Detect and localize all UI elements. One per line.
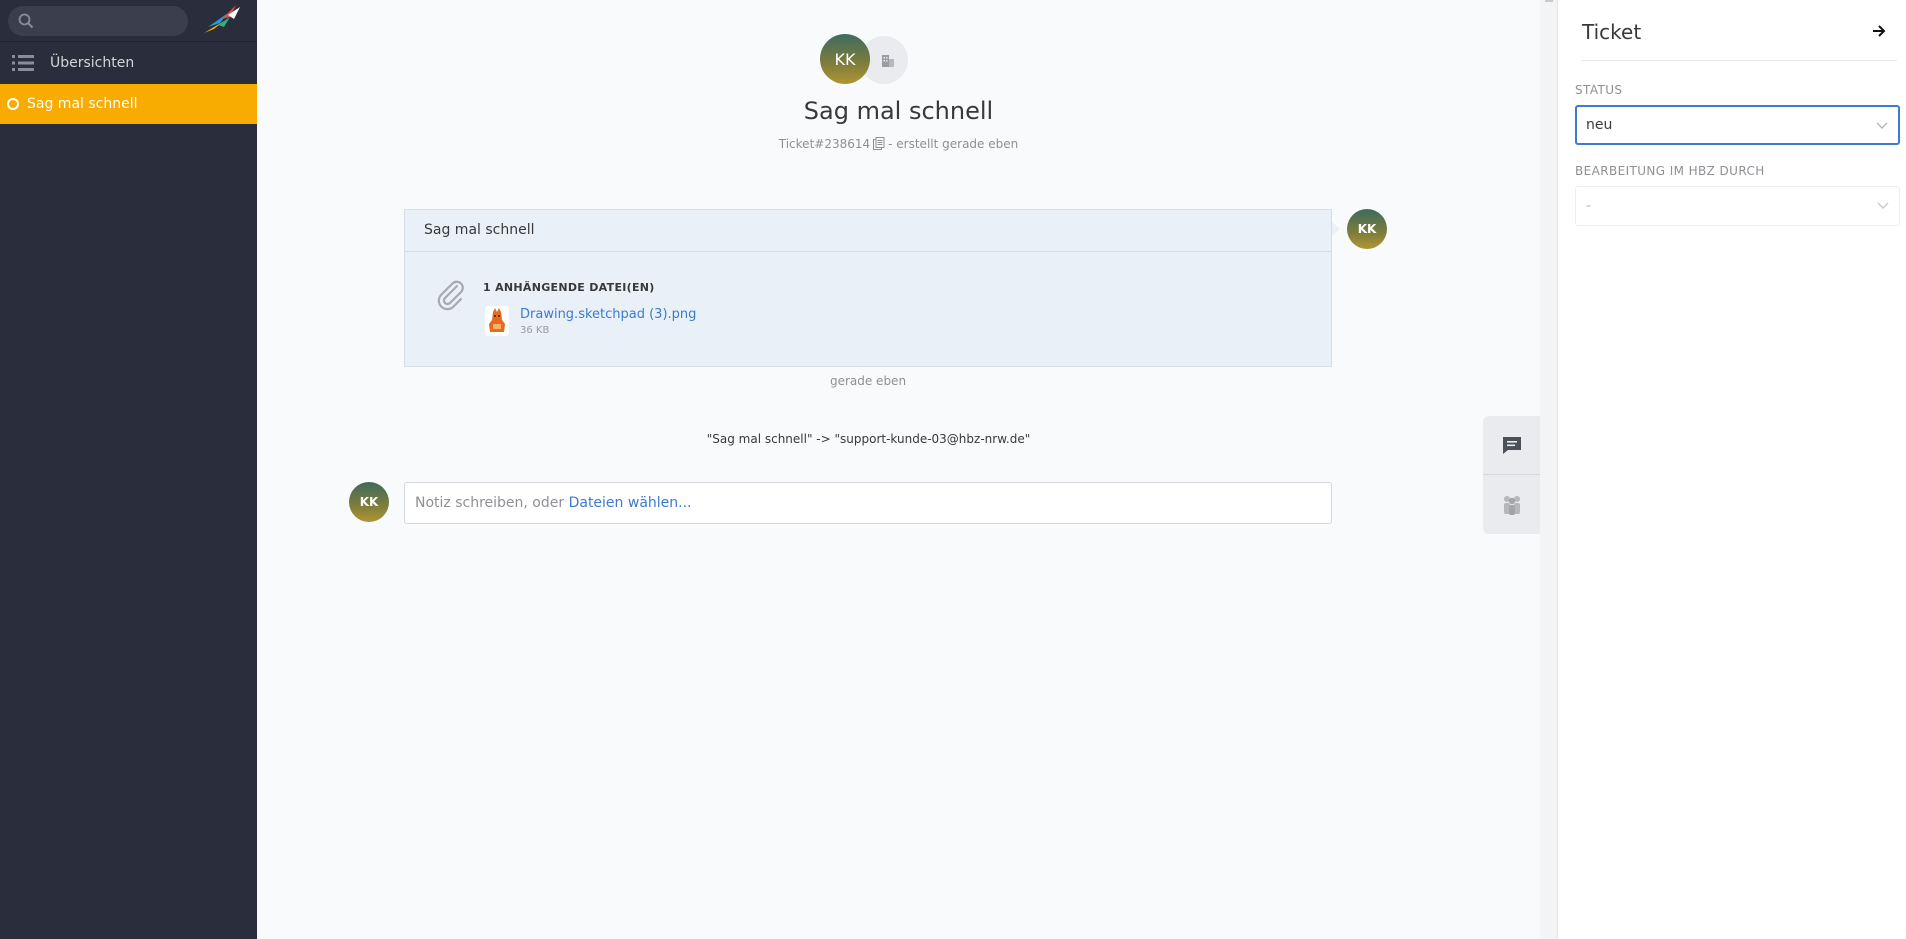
ticket-created: - erstellt gerade eben bbox=[888, 137, 1019, 151]
panel-title: Ticket bbox=[1582, 20, 1642, 44]
open-ticket-tab[interactable]: Sag mal schnell bbox=[0, 84, 257, 124]
scrollbar[interactable] bbox=[1540, 0, 1558, 939]
search-box[interactable] bbox=[8, 5, 188, 36]
list-icon bbox=[12, 55, 34, 71]
ticket-sidebar-panel: Ticket STATUS neu BEARBEITUNG IM HBZ DUR… bbox=[1558, 0, 1906, 939]
assignee-label: BEARBEITUNG IM HBZ DURCH bbox=[1575, 164, 1765, 178]
article-subject: Sag mal schnell bbox=[405, 210, 1331, 252]
ticket-tab[interactable] bbox=[1483, 416, 1540, 475]
open-ticket-tab-label: Sag mal schnell bbox=[27, 96, 138, 112]
scrollbar-thumb[interactable] bbox=[1545, 0, 1553, 2]
ticket-meta: Ticket#238614 - erstellt gerade eben bbox=[257, 137, 1540, 151]
note-author-avatar[interactable]: KK bbox=[349, 482, 389, 522]
customer-tab[interactable] bbox=[1483, 475, 1540, 534]
nav-overviews[interactable]: Übersichten bbox=[0, 42, 257, 84]
article-author-avatar[interactable]: KK bbox=[1347, 209, 1387, 249]
note-input[interactable]: Notiz schreiben, oder Dateien wählen... bbox=[404, 482, 1332, 524]
sidebar-tabs bbox=[1483, 416, 1540, 534]
ticket-number: Ticket#238614 bbox=[778, 137, 871, 151]
article-attachments: 1 ANHÄNGENDE DATEI(EN) Drawing.sketchpad… bbox=[405, 252, 1331, 366]
panel-header: Ticket bbox=[1582, 0, 1897, 61]
attachment-name-link[interactable]: Drawing.sketchpad (3).png bbox=[520, 307, 696, 322]
note-author-initials: KK bbox=[359, 495, 379, 509]
attachment-thumbnail bbox=[489, 308, 505, 332]
paperclip-icon bbox=[437, 280, 464, 311]
status-label: STATUS bbox=[1575, 83, 1623, 97]
article-pointer bbox=[1332, 222, 1340, 236]
ticket-title[interactable]: Sag mal schnell bbox=[257, 97, 1540, 125]
zammad-logo-icon[interactable] bbox=[200, 3, 242, 39]
assignee-value: - bbox=[1586, 198, 1592, 214]
sidebar: Übersichten Sag mal schnell bbox=[0, 0, 257, 939]
article: Sag mal schnell 1 ANHÄNGENDE DATEI(EN) D… bbox=[404, 209, 1332, 367]
building-icon bbox=[882, 55, 894, 67]
nav-overviews-label: Übersichten bbox=[50, 55, 135, 71]
article-author-initials: KK bbox=[1357, 222, 1377, 236]
status-value: neu bbox=[1586, 117, 1613, 133]
search-input[interactable] bbox=[40, 13, 180, 28]
customer-avatar[interactable]: KK bbox=[820, 34, 870, 84]
attachment-size: 36 KB bbox=[520, 325, 550, 336]
status-select[interactable]: neu bbox=[1575, 105, 1900, 145]
attachments-heading: 1 ANHÄNGENDE DATEI(EN) bbox=[483, 281, 655, 294]
image-thumbnail-icon[interactable] bbox=[485, 306, 509, 336]
chevron-down-icon bbox=[1877, 202, 1889, 209]
ticket-zoom: KK Sag mal schnell Ticket#238614 - erstel… bbox=[257, 0, 1540, 939]
sidebar-top bbox=[0, 0, 257, 42]
people-icon bbox=[1503, 495, 1520, 515]
customer-initials: KK bbox=[834, 49, 856, 69]
tab-status-circle bbox=[7, 98, 19, 110]
chat-icon bbox=[1502, 437, 1521, 454]
ticket-header-avatars: KK bbox=[820, 34, 920, 86]
arrow-right-icon[interactable] bbox=[1871, 23, 1887, 39]
choose-files-link[interactable]: Dateien wählen... bbox=[569, 495, 692, 511]
article-time: gerade eben bbox=[829, 374, 907, 388]
assignee-select[interactable]: - bbox=[1575, 186, 1900, 226]
notification-event: "Sag mal schnell" -> "support-kunde-03@h… bbox=[706, 432, 1031, 446]
search-icon bbox=[18, 13, 34, 28]
note-placeholder: Notiz schreiben, oder bbox=[415, 495, 569, 511]
chevron-down-icon bbox=[1876, 122, 1888, 129]
copy-icon[interactable] bbox=[873, 137, 885, 150]
